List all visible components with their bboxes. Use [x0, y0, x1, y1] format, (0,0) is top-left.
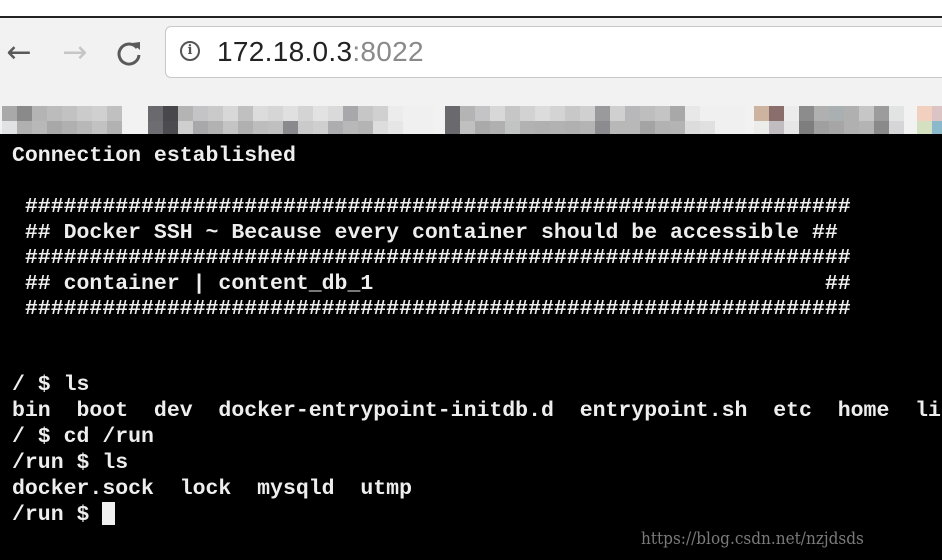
bookmark-item[interactable]: [445, 106, 745, 136]
url-host: 172.18.0.3: [217, 36, 353, 67]
banner-line: ########################################…: [12, 195, 851, 219]
terminal[interactable]: Connection established #################…: [0, 134, 942, 560]
banner-line: ## container | content_db_1 ##: [12, 272, 851, 296]
prompt-line[interactable]: /run $: [12, 502, 116, 528]
terminal-line: / $ ls: [12, 373, 90, 397]
bookmark-item[interactable]: [148, 106, 433, 136]
back-button[interactable]: ←: [2, 38, 36, 68]
bookmark-item[interactable]: [917, 106, 942, 136]
forward-button[interactable]: →: [58, 38, 92, 68]
banner-line: ## Docker SSH ~ Because every container …: [12, 221, 838, 245]
reload-button[interactable]: [112, 38, 146, 68]
terminal-line: Connection established: [12, 144, 296, 168]
banner-line: ########################################…: [12, 297, 851, 321]
reload-icon: [117, 42, 141, 66]
bookmark-item[interactable]: [2, 106, 134, 151]
terminal-line: / $ cd /run: [12, 425, 154, 449]
terminal-line: bin boot dev docker-entrypoint-initdb.d …: [12, 399, 942, 423]
browser-toolbar: ← → i 172.18.0.3:8022: [0, 18, 942, 151]
address-bar[interactable]: i 172.18.0.3:8022: [165, 26, 942, 78]
arrow-right-icon: →: [62, 35, 88, 70]
cursor: [102, 502, 116, 525]
terminal-line: docker.sock lock mysqld utmp: [12, 477, 412, 501]
terminal-line: /run $ ls: [12, 451, 129, 475]
info-icon[interactable]: i: [180, 41, 200, 61]
prompt: /run $: [12, 503, 103, 527]
url-text[interactable]: 172.18.0.3:8022: [217, 35, 424, 69]
bookmarks-bar: [0, 88, 942, 151]
top-margin: [0, 0, 942, 16]
banner-line: ########################################…: [12, 246, 851, 270]
url-port: :8022: [352, 36, 424, 67]
bookmark-item[interactable]: [754, 106, 904, 136]
watermark: https://blog.csdn.net/nzjdsds: [641, 529, 864, 549]
arrow-left-icon: ←: [6, 35, 32, 70]
